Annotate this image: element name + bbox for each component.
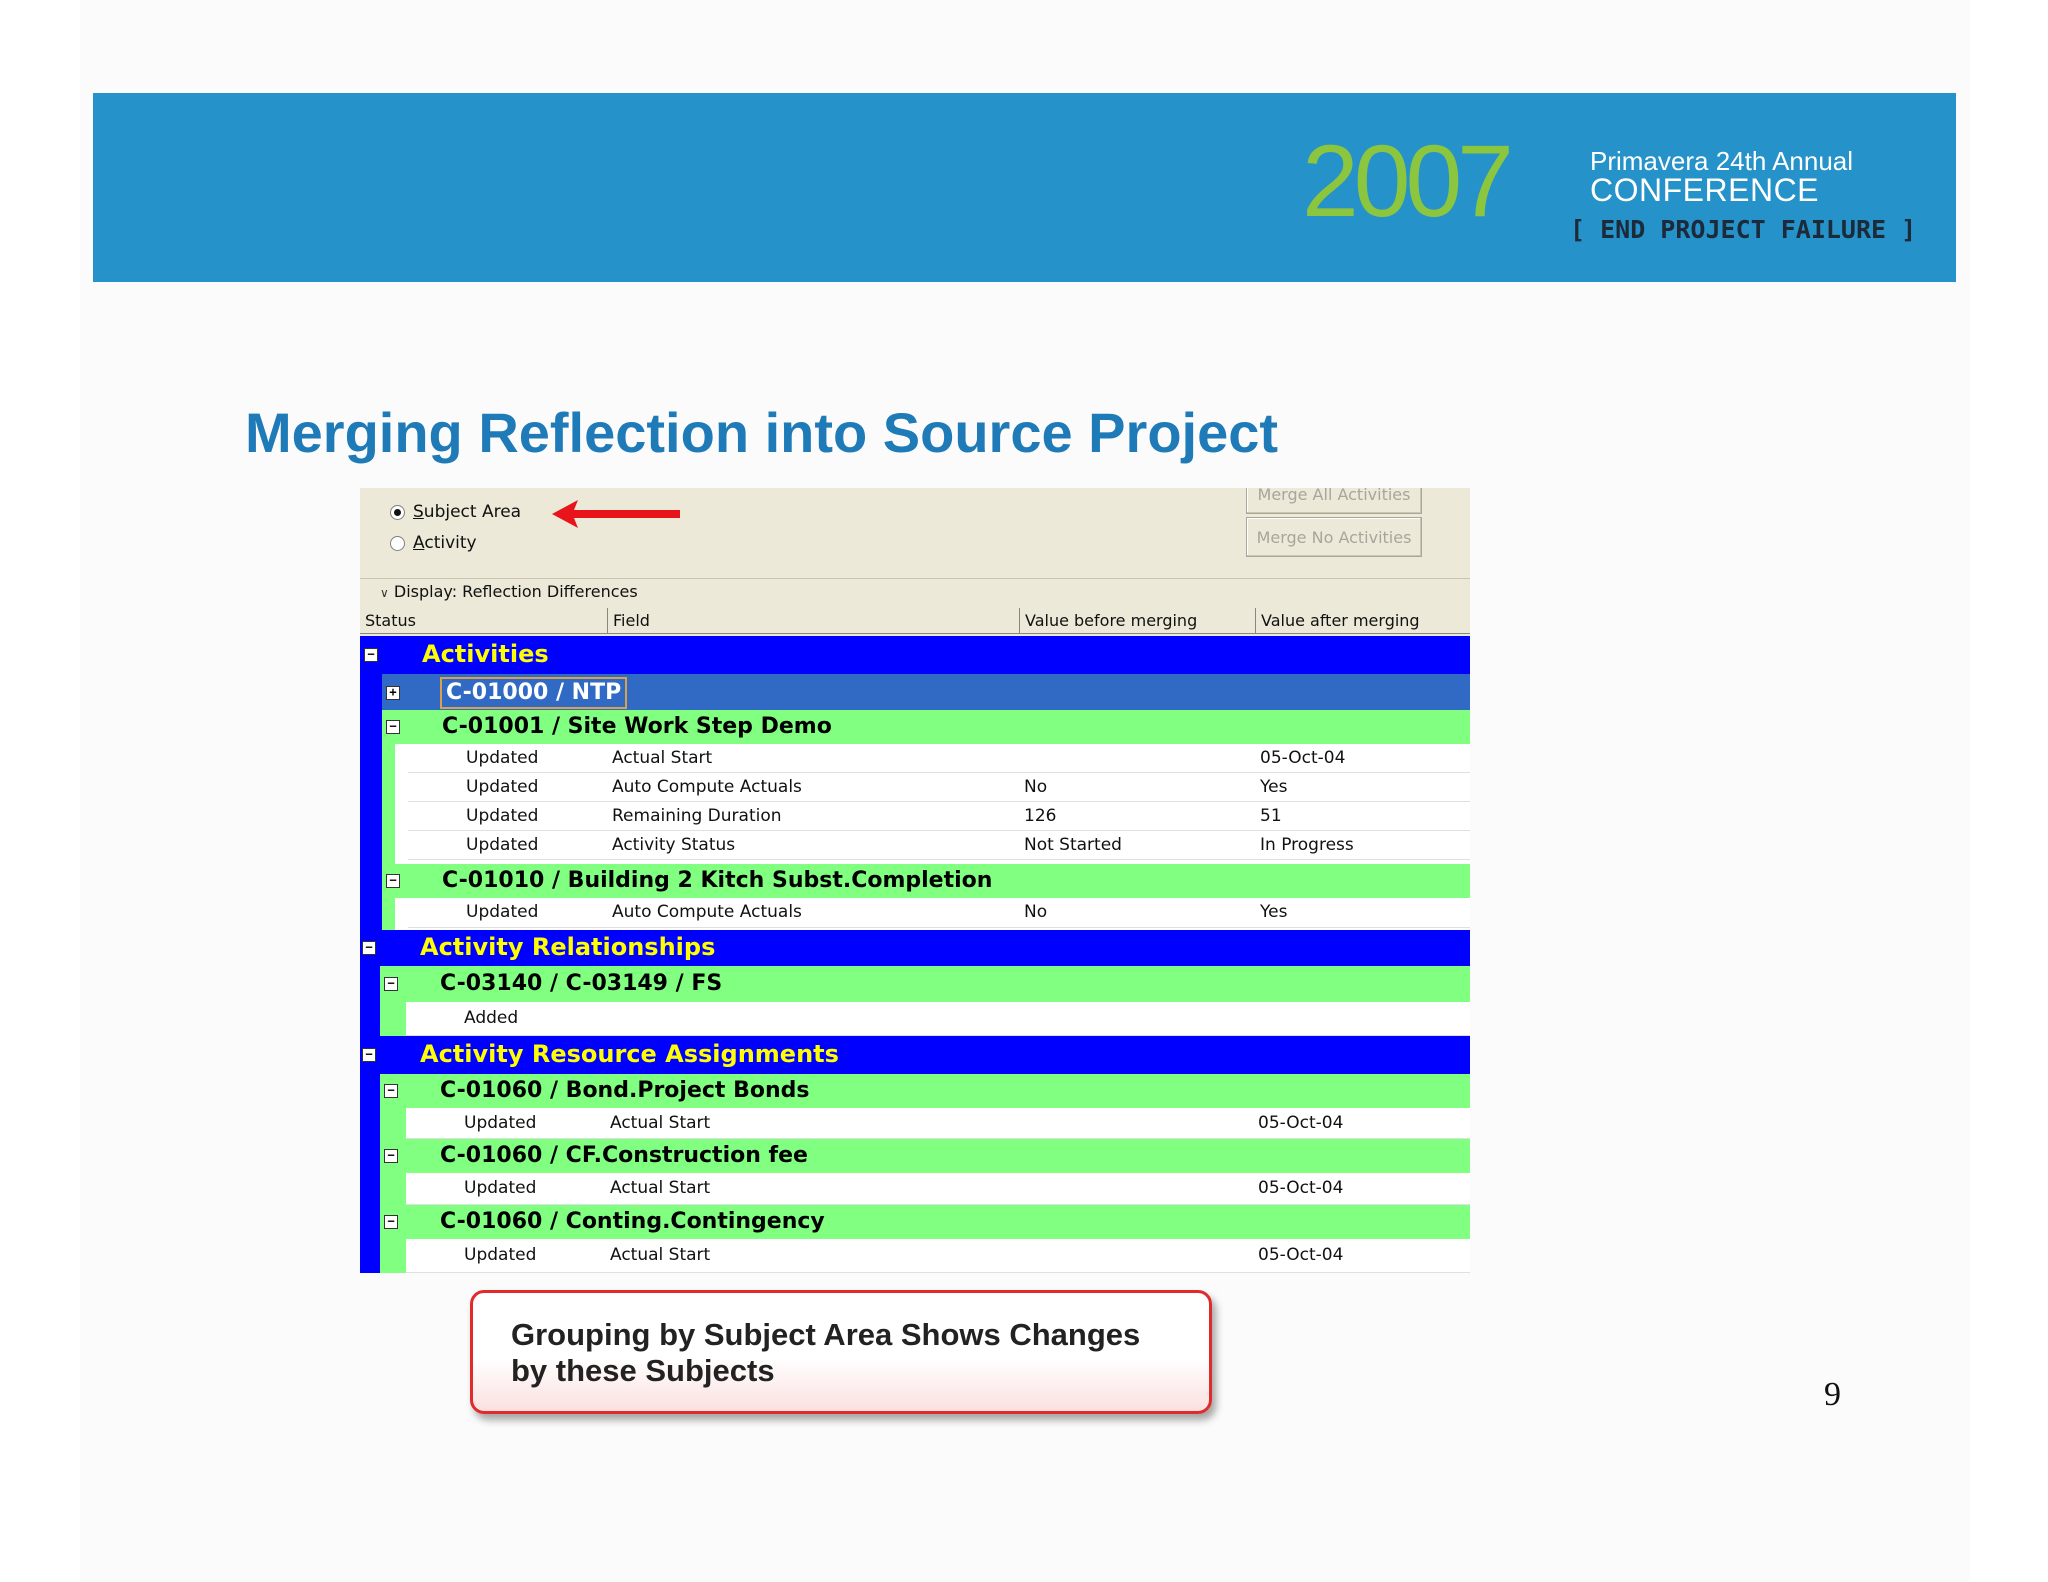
column-field[interactable]: Field — [608, 608, 1020, 634]
collapse-icon[interactable]: − — [384, 1215, 398, 1229]
activity-option[interactable]: Activity — [390, 533, 477, 553]
before-cell: 126 — [1024, 806, 1057, 826]
table-row[interactable]: − C-01060 / CF.Construction fee — [380, 1139, 1470, 1173]
table-row[interactable]: − C-01001 / Site Work Step Demo — [382, 710, 1470, 744]
status-cell: Updated — [466, 806, 539, 826]
table-row[interactable]: Updated Actual Start 05-Oct-04 — [406, 1108, 1470, 1139]
merge-all-button[interactable]: Merge All Activities — [1246, 488, 1422, 514]
display-bar[interactable]: ∨ Display: Reflection Differences — [360, 578, 1470, 604]
red-arrow-icon — [552, 500, 680, 528]
table-row[interactable]: − C-01010 / Building 2 Kitch Subst.Compl… — [382, 864, 1470, 898]
collapse-icon[interactable]: − — [386, 874, 400, 888]
column-value-before[interactable]: Value before merging — [1020, 608, 1256, 634]
column-status[interactable]: Status — [360, 608, 608, 634]
row-label: C-01060 / Conting.Contingency — [440, 1209, 825, 1234]
field-cell: Auto Compute Actuals — [612, 902, 802, 922]
callout-text: Grouping by Subject Area Shows Changes b… — [511, 1317, 1140, 1389]
table-row[interactable]: − C-01060 / Conting.Contingency — [380, 1205, 1470, 1239]
merge-dialog-screenshot: Subject Area Activity Merge All Activiti… — [360, 488, 1470, 1273]
status-cell: Updated — [464, 1113, 537, 1133]
group-activity-relationships[interactable]: − Activity Relationships — [360, 930, 1470, 966]
group-activity-resource-assignments[interactable]: − Activity Resource Assignments — [360, 1036, 1470, 1074]
before-cell: No — [1024, 777, 1048, 797]
slide-title: Merging Reflection into Source Project — [245, 401, 1279, 464]
field-cell: Actual Start — [610, 1245, 711, 1265]
subject-area-radio[interactable] — [390, 504, 405, 520]
after-cell: In Progress — [1260, 835, 1354, 855]
field-cell: Actual Start — [610, 1113, 711, 1133]
page-number: 9 — [1824, 1376, 1841, 1413]
row-label: C-01001 / Site Work Step Demo — [442, 714, 832, 739]
field-cell: Remaining Duration — [612, 806, 782, 826]
status-cell: Added — [464, 1008, 519, 1028]
banner-line-2: CONFERENCE — [1590, 172, 1820, 208]
row-label: C-01000 / NTP — [440, 677, 628, 709]
merge-no-button[interactable]: Merge No Activities — [1246, 517, 1422, 557]
indent-stripe — [360, 966, 380, 1036]
status-cell: Updated — [464, 1178, 537, 1198]
after-cell: 51 — [1260, 806, 1282, 826]
collapse-icon[interactable]: − — [386, 720, 400, 734]
table-row[interactable]: Updated Auto Compute Actuals No Yes — [408, 773, 1470, 802]
table-row[interactable]: Updated Actual Start 05-Oct-04 — [408, 744, 1470, 773]
group-activities-label: Activities — [422, 640, 549, 668]
group-relationships-label: Activity Relationships — [420, 933, 716, 961]
table-row[interactable]: − C-03140 / C-03149 / FS — [380, 966, 1470, 1002]
indent-stripe — [380, 1002, 406, 1036]
column-value-after[interactable]: Value after merging — [1256, 608, 1470, 634]
activity-label: Activity — [413, 533, 477, 553]
table-row[interactable]: Updated Auto Compute Actuals No Yes — [408, 898, 1470, 928]
before-cell: Not Started — [1024, 835, 1122, 855]
field-cell: Actual Start — [610, 1178, 711, 1198]
subject-area-label: Subject Area — [413, 502, 522, 522]
group-activities[interactable]: − Activities — [360, 636, 1470, 674]
collapse-icon[interactable]: − — [362, 1048, 376, 1062]
collapse-icon[interactable]: − — [364, 648, 378, 662]
row-label: C-01060 / CF.Construction fee — [440, 1143, 808, 1168]
row-label: C-03140 / C-03149 / FS — [440, 971, 723, 996]
callout-line-2: by these Subjects — [511, 1353, 775, 1388]
table-row[interactable]: Updated Actual Start 05-Oct-04 — [406, 1239, 1470, 1273]
collapse-icon[interactable]: − — [362, 941, 376, 955]
table-row[interactable]: Added — [406, 1002, 1470, 1036]
expand-icon[interactable]: + — [386, 686, 400, 700]
table-row[interactable]: + C-01000 / NTP — [382, 674, 1470, 710]
after-cell: 05-Oct-04 — [1260, 748, 1346, 768]
group-resources-label: Activity Resource Assignments — [420, 1040, 839, 1068]
status-cell: Updated — [466, 902, 539, 922]
after-cell: 05-Oct-04 — [1258, 1178, 1344, 1198]
field-cell: Activity Status — [612, 835, 736, 855]
indent-stripe — [360, 1074, 380, 1273]
status-cell: Updated — [466, 835, 539, 855]
table-row[interactable]: Updated Actual Start 05-Oct-04 — [406, 1173, 1470, 1205]
status-cell: Updated — [466, 748, 539, 768]
differences-table: − Activities + C-01000 / NTP − C-01001 /… — [360, 636, 1470, 1273]
before-cell: No — [1024, 902, 1048, 922]
table-row[interactable]: − C-01060 / Bond.Project Bonds — [380, 1074, 1470, 1108]
chevron-down-icon[interactable]: ∨ — [380, 586, 389, 600]
collapse-icon[interactable]: − — [384, 1149, 398, 1163]
field-cell: Actual Start — [612, 748, 713, 768]
banner-year: 2007 — [1302, 124, 1514, 238]
row-label: C-01060 / Bond.Project Bonds — [440, 1078, 810, 1103]
activity-radio[interactable] — [390, 535, 405, 551]
after-cell: 05-Oct-04 — [1258, 1245, 1344, 1265]
subject-area-option[interactable]: Subject Area — [390, 502, 521, 522]
indent-stripe — [360, 674, 382, 930]
after-cell: Yes — [1260, 902, 1288, 922]
status-cell: Updated — [464, 1245, 537, 1265]
display-label: Display: Reflection Differences — [393, 582, 638, 601]
after-cell: 05-Oct-04 — [1258, 1113, 1344, 1133]
banner-tagline: [ END PROJECT FAILURE ] — [1570, 215, 1917, 244]
table-row[interactable]: Updated Activity Status Not Started In P… — [408, 831, 1470, 860]
callout-box: Grouping by Subject Area Shows Changes b… — [470, 1290, 1212, 1414]
status-cell: Updated — [466, 777, 539, 797]
table-row[interactable]: Updated Remaining Duration 126 51 — [408, 802, 1470, 831]
collapse-icon[interactable]: − — [384, 1084, 398, 1098]
field-cell: Auto Compute Actuals — [612, 777, 802, 797]
collapse-icon[interactable]: − — [384, 977, 398, 991]
after-cell: Yes — [1260, 777, 1288, 797]
callout-line-1: Grouping by Subject Area Shows Changes — [511, 1317, 1141, 1352]
row-label: C-01010 / Building 2 Kitch Subst.Complet… — [442, 868, 993, 893]
